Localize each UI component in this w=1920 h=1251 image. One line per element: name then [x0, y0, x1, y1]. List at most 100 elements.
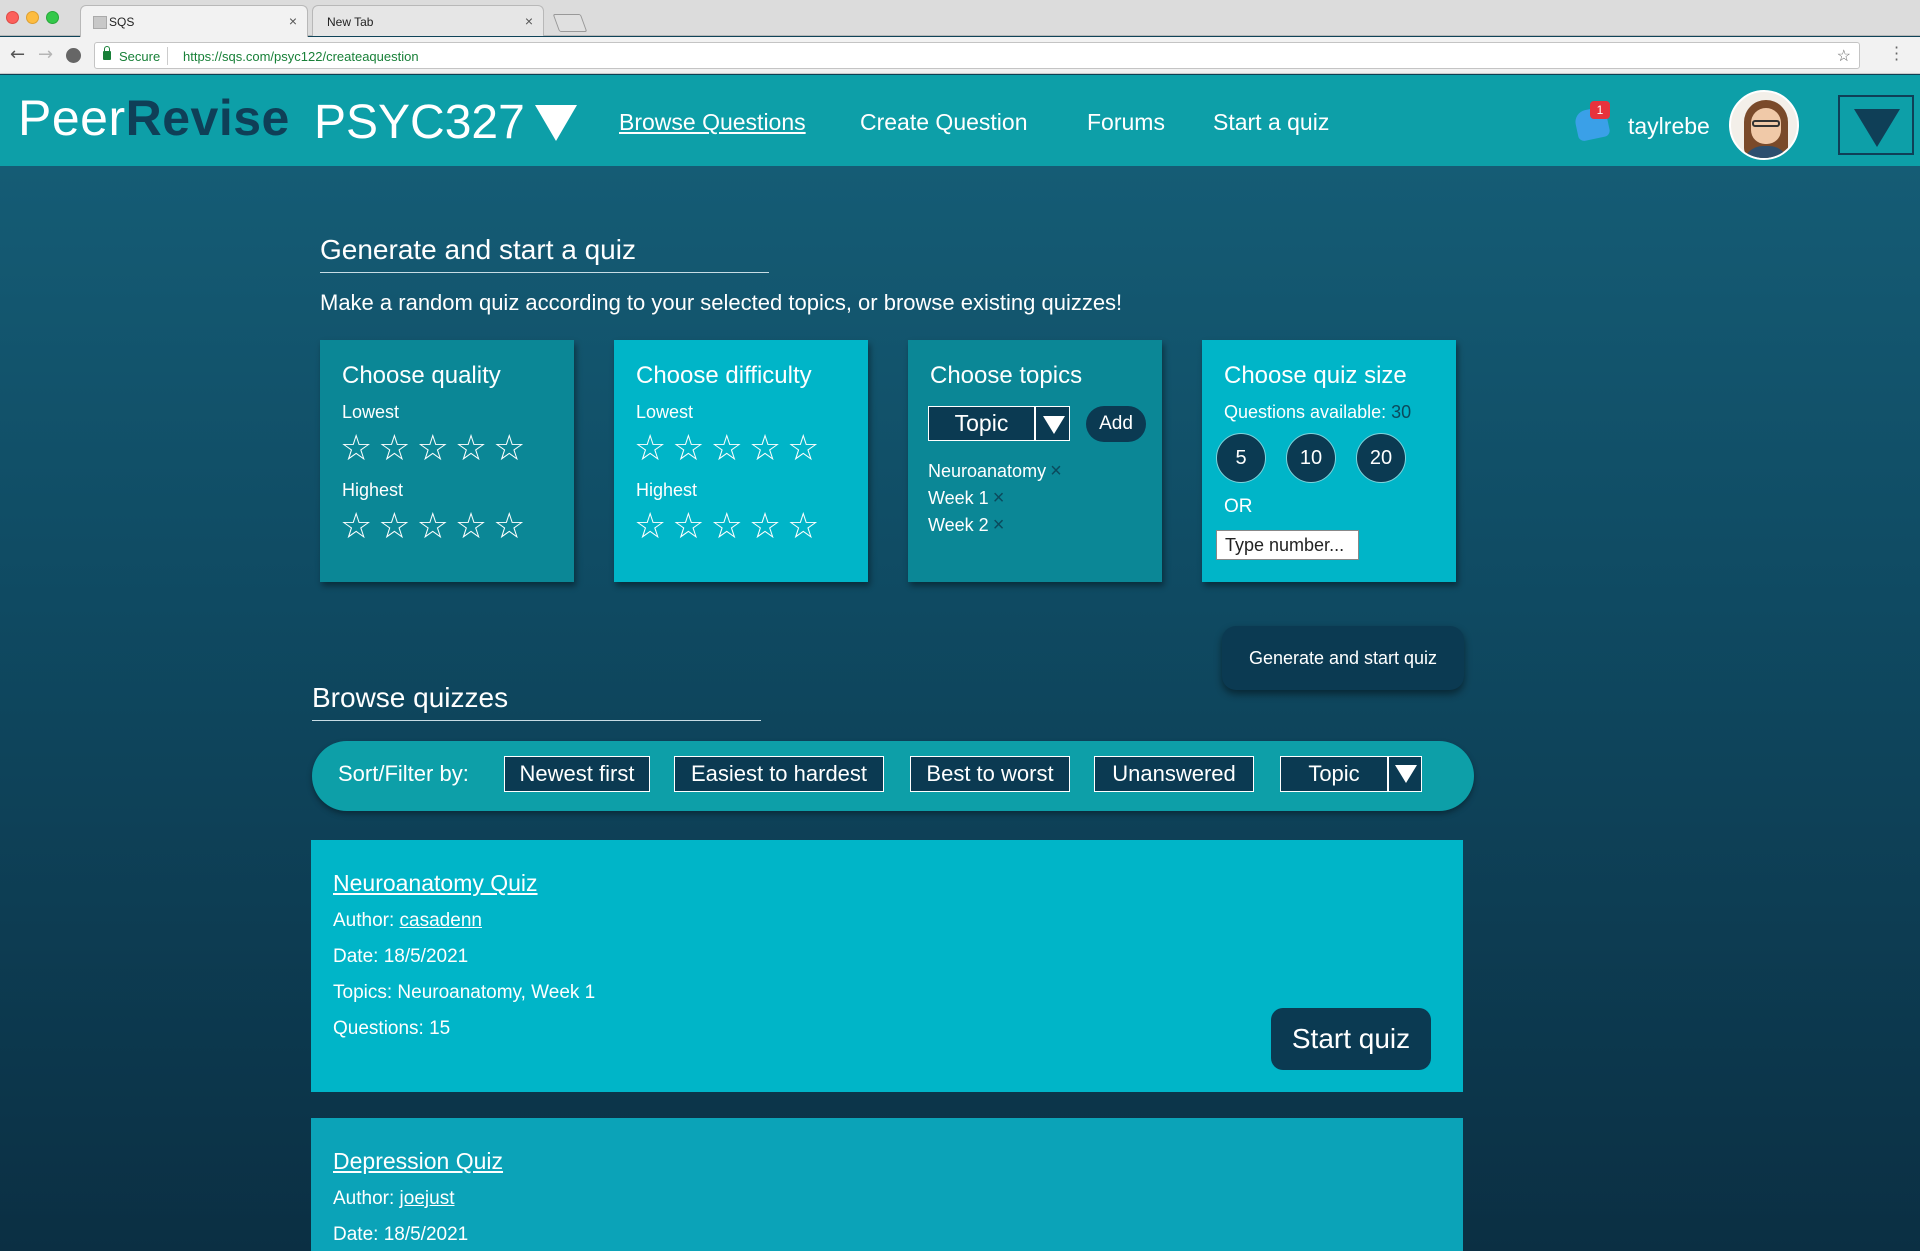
difficulty-lowest-stars[interactable]: ☆ ☆ ☆ ☆ ☆ — [634, 430, 819, 466]
quiz-size-card: Choose quiz size Questions available: 30… — [1202, 340, 1456, 582]
quiz-size-input[interactable] — [1216, 530, 1359, 560]
difficulty-highest-stars[interactable]: ☆ ☆ ☆ ☆ ☆ — [634, 508, 819, 544]
reload-icon[interactable] — [66, 48, 81, 63]
star-icon[interactable]: ☆ — [711, 430, 743, 466]
star-icon[interactable]: ☆ — [787, 430, 819, 466]
star-icon[interactable]: ☆ — [378, 430, 410, 466]
star-icon[interactable]: ☆ — [711, 508, 743, 544]
nav-start-quiz[interactable]: Start a quiz — [1213, 109, 1329, 136]
browser-tab-strip: SQS × New Tab × — [0, 0, 1920, 37]
app-header: PeerRevise PSYC327 Browse Questions Crea… — [0, 75, 1920, 166]
quiz-topics: Topics: Neuroanatomy, Week 1 — [333, 982, 596, 1003]
star-icon[interactable]: ☆ — [672, 508, 704, 544]
topics-card: Choose topics Topic Add Neuroanatomy × W… — [908, 340, 1162, 582]
quality-card: Choose quality Lowest ☆ ☆ ☆ ☆ ☆ Highest … — [320, 340, 574, 582]
star-icon[interactable]: ☆ — [378, 508, 410, 544]
quiz-card: Depression Quiz Author: joejust Date: 18… — [311, 1118, 1463, 1251]
triangle-down-icon — [1854, 109, 1900, 147]
tab-close-icon[interactable]: × — [289, 13, 297, 29]
browser-tab-sqs[interactable]: SQS × — [80, 5, 308, 37]
author-link[interactable]: joejust — [400, 1188, 455, 1209]
browser-tab-new[interactable]: New Tab × — [312, 5, 544, 36]
notification-bell-icon[interactable]: 1 — [1573, 101, 1611, 142]
add-topic-button[interactable]: Add — [1086, 406, 1146, 442]
sort-filter-bar: Sort/Filter by: Newest first Easiest to … — [312, 741, 1474, 811]
notification-badge: 1 — [1590, 101, 1610, 119]
maximize-window-icon[interactable] — [46, 11, 59, 24]
quiz-author: Author: joejust — [333, 1188, 454, 1210]
bookmark-star-icon[interactable]: ☆ — [1837, 46, 1851, 66]
quality-highest-stars[interactable]: ☆ ☆ ☆ ☆ ☆ — [340, 508, 525, 544]
url-text[interactable]: https://sqs.com/psyc122/createaquestion — [183, 49, 419, 64]
address-bar[interactable]: Secure https://sqs.com/psyc122/createaqu… — [94, 42, 1860, 69]
remove-topic-icon[interactable]: × — [993, 514, 1005, 537]
star-icon[interactable]: ☆ — [672, 430, 704, 466]
available-count: 30 — [1391, 402, 1412, 422]
avatar[interactable] — [1729, 90, 1799, 160]
peerrevise-logo[interactable]: PeerRevise — [18, 89, 290, 147]
star-icon[interactable]: ☆ — [455, 508, 487, 544]
minimize-window-icon[interactable] — [26, 11, 39, 24]
star-icon[interactable]: ☆ — [455, 430, 487, 466]
filter-unanswered[interactable]: Unanswered — [1094, 756, 1254, 792]
available-label: Questions available: — [1224, 402, 1387, 422]
size-option-10[interactable]: 10 — [1286, 433, 1336, 483]
generate-subtitle: Make a random quiz according to your sel… — [320, 290, 1123, 315]
filter-topic-dropdown[interactable]: Topic — [1280, 756, 1422, 792]
topic-label: Week 2 — [928, 515, 989, 535]
card-title: Choose topics — [930, 362, 1083, 389]
nav-browse-questions[interactable]: Browse Questions — [619, 109, 806, 136]
topic-dropdown[interactable]: Topic — [928, 406, 1070, 441]
star-icon[interactable]: ☆ — [749, 430, 781, 466]
generate-quiz-button[interactable]: Generate and start quiz — [1222, 626, 1464, 690]
dropdown-label: Topic — [1308, 761, 1360, 786]
course-selector[interactable]: PSYC327 — [314, 95, 577, 150]
divider — [167, 47, 168, 65]
filter-newest-first[interactable]: Newest first — [504, 756, 650, 792]
star-icon[interactable]: ☆ — [417, 508, 449, 544]
remove-topic-icon[interactable]: × — [1050, 460, 1062, 483]
remove-topic-icon[interactable]: × — [993, 487, 1005, 510]
star-icon[interactable]: ☆ — [493, 508, 525, 544]
account-menu-button[interactable] — [1838, 95, 1914, 155]
topic-label: Neuroanatomy — [928, 461, 1047, 481]
back-arrow-icon[interactable]: ← — [10, 46, 25, 64]
page-favicon-icon — [93, 16, 107, 29]
filter-label: Sort/Filter by: — [338, 761, 469, 786]
star-icon[interactable]: ☆ — [493, 430, 525, 466]
new-tab-button[interactable] — [552, 14, 588, 32]
star-icon[interactable]: ☆ — [417, 430, 449, 466]
difficulty-card: Choose difficulty Lowest ☆ ☆ ☆ ☆ ☆ Highe… — [614, 340, 868, 582]
star-icon[interactable]: ☆ — [634, 430, 666, 466]
tab-close-icon[interactable]: × — [525, 13, 533, 29]
quiz-title-link[interactable]: Neuroanatomy Quiz — [333, 870, 538, 897]
filter-easiest-to-hardest[interactable]: Easiest to hardest — [674, 756, 884, 792]
star-icon[interactable]: ☆ — [340, 508, 372, 544]
quiz-date: Date: 18/5/2021 — [333, 1224, 469, 1245]
quiz-author: Author: casadenn — [333, 910, 482, 932]
lowest-label: Lowest — [342, 402, 400, 422]
nav-forums[interactable]: Forums — [1087, 109, 1165, 136]
avatar-glasses — [1752, 120, 1780, 127]
browser-menu-icon[interactable]: · · · — [1894, 40, 1899, 68]
size-option-20[interactable]: 20 — [1356, 433, 1406, 483]
nav-create-question[interactable]: Create Question — [860, 109, 1027, 136]
or-label: OR — [1224, 496, 1253, 517]
author-link[interactable]: casadenn — [400, 910, 482, 931]
filter-best-to-worst[interactable]: Best to worst — [910, 756, 1070, 792]
quiz-title-link[interactable]: Depression Quiz — [333, 1148, 503, 1175]
username[interactable]: taylrebe — [1628, 113, 1710, 140]
star-icon[interactable]: ☆ — [340, 430, 372, 466]
highest-label: Highest — [636, 480, 698, 500]
star-icon[interactable]: ☆ — [749, 508, 781, 544]
size-option-5[interactable]: 5 — [1216, 433, 1266, 483]
card-title: Choose quality — [342, 362, 501, 389]
star-icon[interactable]: ☆ — [634, 508, 666, 544]
questions-available: Questions available: 30 — [1224, 402, 1411, 423]
main-content: Generate and start a quiz Make a random … — [0, 166, 1920, 1251]
start-quiz-button[interactable]: Start quiz — [1271, 1008, 1431, 1070]
quality-lowest-stars[interactable]: ☆ ☆ ☆ ☆ ☆ — [340, 430, 525, 466]
close-window-icon[interactable] — [6, 11, 19, 24]
forward-arrow-icon[interactable]: → — [38, 46, 53, 64]
star-icon[interactable]: ☆ — [787, 508, 819, 544]
